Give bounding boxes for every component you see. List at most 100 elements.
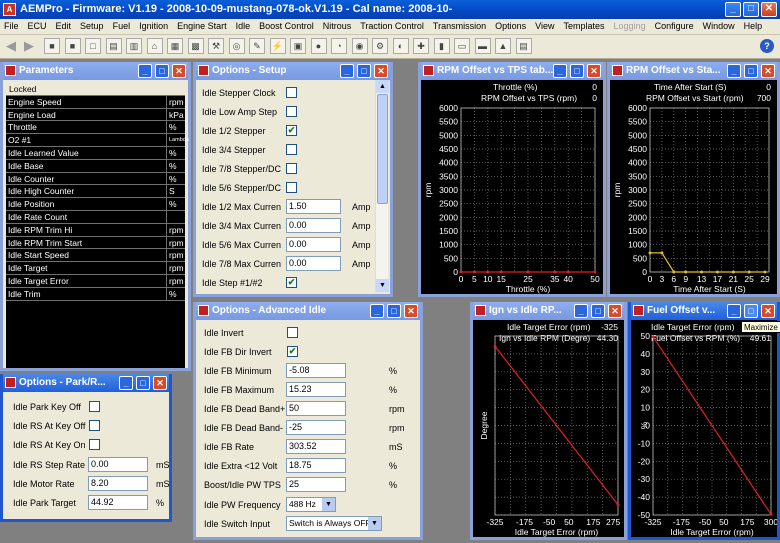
- fuel-offset-chart[interactable]: Idle Target Error (rpm) -325 Fuel Offset v…: [631, 320, 777, 537]
- eye-icon[interactable]: ◐: [392, 38, 409, 54]
- menu-item-configure[interactable]: Configure: [651, 19, 699, 31]
- maximize-window-button[interactable]: □: [744, 304, 758, 318]
- option-checkbox[interactable]: [89, 439, 100, 450]
- parameter-row[interactable]: Idle Counter%: [6, 172, 185, 186]
- maximize-window-button[interactable]: □: [570, 64, 584, 78]
- chevron-down-icon[interactable]: ▼: [368, 517, 381, 530]
- minimize-window-button[interactable]: _: [727, 64, 741, 78]
- field-input[interactable]: 0.00: [88, 457, 148, 472]
- parameter-row[interactable]: Idle High Counter S: [6, 185, 185, 199]
- plug-icon[interactable]: ✚: [413, 38, 429, 54]
- maximize-window-button[interactable]: □: [357, 64, 371, 78]
- parameter-row[interactable]: Engine Load kPa: [6, 108, 185, 122]
- ign-idle-chart[interactable]: Idle Target Error (rpm) -325 Ign vs Idle R…: [473, 320, 624, 537]
- parameter-row[interactable]: Idle Target Error rpm: [6, 274, 185, 288]
- parameter-row[interactable]: Idle Base%: [6, 159, 185, 173]
- option-checkbox[interactable]: ✔: [286, 277, 297, 288]
- switch-input-select[interactable]: Switch is Always OFF ▼: [286, 516, 382, 531]
- help-icon[interactable]: ?: [760, 39, 774, 53]
- menu-item-help[interactable]: Help: [740, 19, 768, 31]
- rpm-start-chart[interactable]: Time After Start (S) 0 RPM Offset vs Start…: [610, 80, 777, 294]
- scroll-up-icon[interactable]: ▲: [376, 80, 389, 93]
- menu-item-logging[interactable]: Logging: [610, 19, 651, 31]
- scroll-thumb[interactable]: [377, 94, 388, 204]
- frequency-select[interactable]: 488 Hz ▼: [286, 497, 336, 512]
- parameter-row[interactable]: Idle Start Speed rpm: [6, 249, 185, 263]
- vertical-scrollbar[interactable]: ▲ ▼: [375, 80, 389, 292]
- field-input[interactable]: 0.00: [286, 218, 341, 233]
- field-input[interactable]: -25: [286, 420, 346, 435]
- menu-item-ignition[interactable]: Ignition: [135, 19, 173, 31]
- option-checkbox[interactable]: ✔: [287, 346, 298, 357]
- minimize-window-button[interactable]: _: [119, 376, 133, 390]
- chart-icon[interactable]: ▩: [187, 38, 204, 54]
- maximize-window-button[interactable]: □: [155, 64, 169, 78]
- minimize-window-button[interactable]: _: [340, 64, 354, 78]
- forward-icon[interactable]: ▶: [21, 38, 37, 54]
- close-window-button[interactable]: ✕: [404, 304, 418, 318]
- option-checkbox[interactable]: [89, 420, 100, 431]
- minimize-window-button[interactable]: _: [370, 304, 384, 318]
- option-checkbox[interactable]: [286, 162, 297, 174]
- maximize-window-button[interactable]: □: [744, 64, 758, 78]
- settings-icon[interactable]: ▤: [515, 38, 532, 54]
- parameter-row[interactable]: Idle Position%: [6, 198, 185, 211]
- parameter-row[interactable]: Idle RPM Trim Start rpm: [6, 236, 185, 250]
- compare-icon[interactable]: ⌂: [146, 38, 163, 54]
- new-file-icon[interactable]: □: [85, 38, 101, 54]
- field-input[interactable]: 50: [286, 401, 346, 416]
- field-input[interactable]: 0.00: [286, 256, 341, 271]
- parameter-row[interactable]: O2 #1 Lambda: [6, 134, 189, 147]
- parameter-list[interactable]: Locked Engine Speed rpm Engine Load kPa Throt…: [6, 83, 189, 368]
- wrench-icon[interactable]: ✎: [249, 38, 265, 54]
- field-input[interactable]: 44.92: [88, 495, 148, 510]
- close-window-button[interactable]: ✕: [374, 64, 388, 78]
- minimize-window-button[interactable]: _: [553, 64, 567, 78]
- menu-item-options[interactable]: Options: [491, 19, 531, 31]
- option-checkbox[interactable]: [286, 87, 297, 98]
- parameter-row[interactable]: Idle RPM Trim Hi rpm: [6, 223, 185, 237]
- back-icon[interactable]: ◀: [3, 38, 19, 54]
- field-input[interactable]: 18.75: [286, 458, 346, 473]
- menu-item-fuel[interactable]: Fuel: [109, 19, 136, 31]
- field-input[interactable]: -5.08: [286, 363, 346, 378]
- menu-item-idle[interactable]: Idle: [232, 19, 256, 31]
- menu-item-ecu[interactable]: ECU: [24, 19, 52, 31]
- maximize-window-button[interactable]: □: [387, 304, 401, 318]
- parameter-row[interactable]: Idle Trim%: [6, 287, 185, 301]
- fuel-icon[interactable]: ▣: [290, 38, 306, 54]
- menu-item-traction-control[interactable]: Traction Control: [356, 19, 429, 31]
- timer-icon[interactable]: ◔: [331, 38, 347, 54]
- table-icon[interactable]: ▦: [167, 38, 183, 54]
- minimize-window-button[interactable]: _: [138, 64, 152, 78]
- close-window-button[interactable]: ✕: [761, 304, 775, 318]
- menu-item-file[interactable]: File: [0, 19, 24, 31]
- close-button[interactable]: ✕: [761, 2, 777, 17]
- option-checkbox[interactable]: [286, 143, 297, 155]
- maximize-window-button[interactable]: □: [136, 376, 150, 390]
- minimize-window-button[interactable]: _: [574, 304, 588, 318]
- close-window-button[interactable]: ✕: [153, 376, 167, 390]
- menu-item-edit[interactable]: Edit: [52, 19, 77, 31]
- minimize-window-button[interactable]: _: [727, 304, 741, 318]
- bars-icon[interactable]: ▮: [433, 38, 450, 54]
- close-window-button[interactable]: ✕: [608, 304, 622, 318]
- menu-item-boost-control[interactable]: Boost Control: [255, 19, 319, 31]
- field-input[interactable]: 0.00: [286, 237, 341, 252]
- menu-item-view[interactable]: View: [531, 19, 559, 31]
- field-input[interactable]: 15.23: [286, 382, 346, 397]
- close-window-button[interactable]: ✕: [172, 64, 186, 78]
- parameter-row[interactable]: Throttle%: [6, 121, 185, 135]
- field-input[interactable]: 8.20: [88, 476, 148, 491]
- option-checkbox[interactable]: [89, 401, 100, 412]
- parameter-row[interactable]: Idle Target rpm: [6, 262, 185, 275]
- field-input[interactable]: 25: [286, 477, 346, 492]
- menu-item-nitrous[interactable]: Nitrous: [319, 19, 357, 31]
- parameter-row[interactable]: Engine Speed rpm: [6, 95, 185, 109]
- target-icon[interactable]: ◉: [351, 38, 368, 54]
- save-file-icon[interactable]: ▥: [126, 38, 142, 54]
- tools-icon[interactable]: ⚒: [208, 38, 224, 54]
- menu-item-transmission[interactable]: Transmission: [429, 19, 491, 31]
- option-checkbox[interactable]: [286, 181, 297, 193]
- maximize-button[interactable]: □: [743, 2, 759, 17]
